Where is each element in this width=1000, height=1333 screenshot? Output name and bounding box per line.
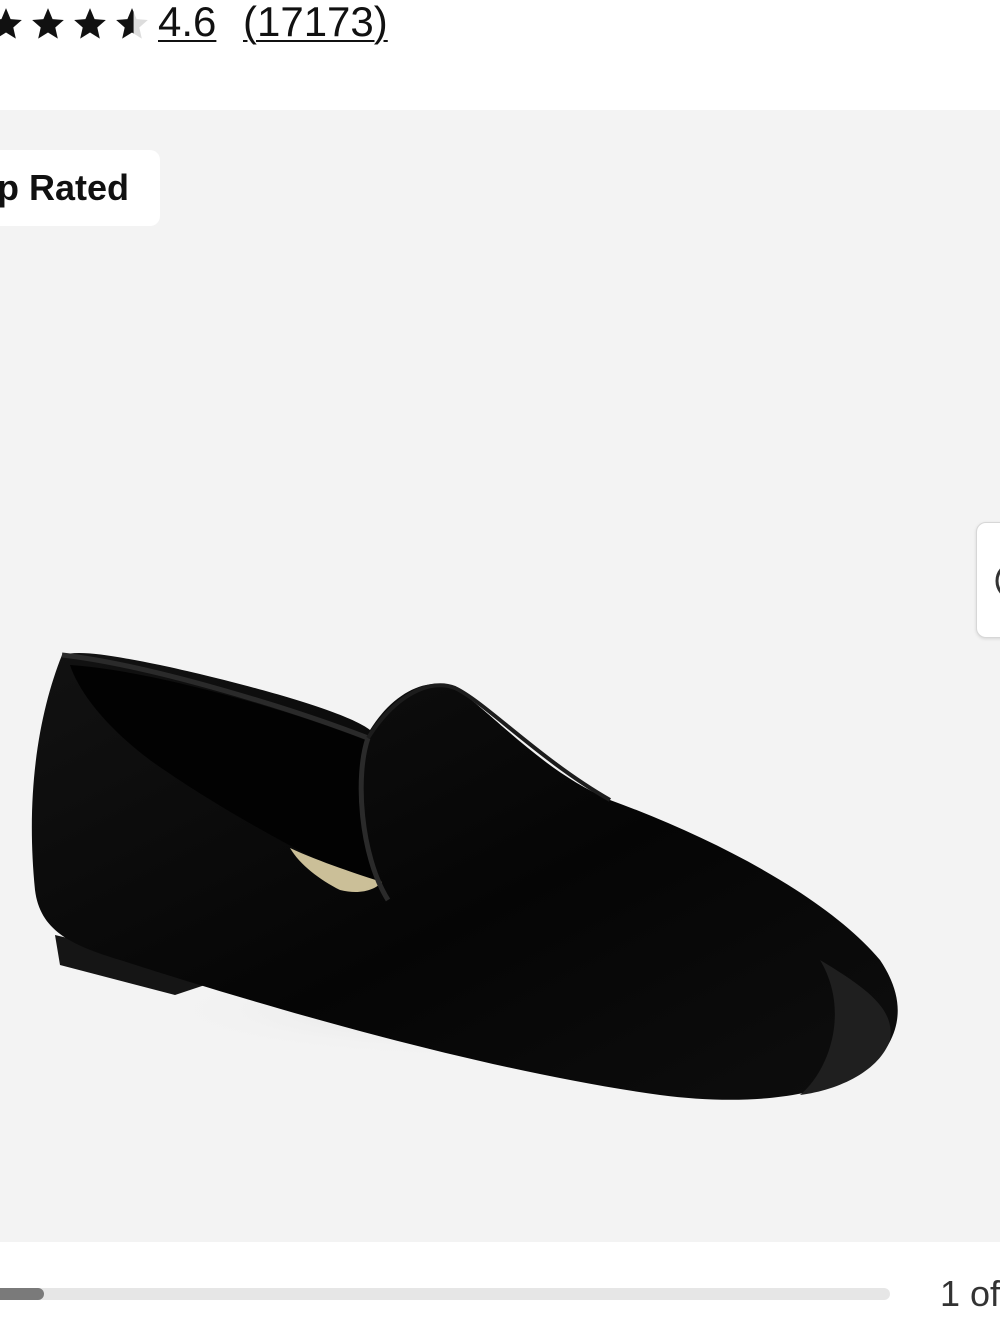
badge-label: p Rated: [0, 167, 130, 208]
gallery-progress-bar[interactable]: [0, 1288, 890, 1300]
rating-row: 4.6 (17173): [0, 0, 1000, 110]
star-icon: [32, 8, 64, 39]
gallery-progress-fill: [0, 1288, 44, 1300]
star-rating[interactable]: [0, 4, 154, 44]
gallery-pager: 1 of: [0, 1242, 1000, 1333]
star-half-icon: [116, 8, 148, 39]
review-count-link[interactable]: (17173): [243, 0, 388, 46]
top-rated-badge: p Rated: [0, 150, 161, 226]
image-counter: 1 of: [940, 1273, 1000, 1314]
star-icon: [74, 8, 106, 39]
rating-value-link[interactable]: 4.6: [158, 0, 216, 46]
next-image-button[interactable]: [976, 522, 1000, 638]
loafer-shoe-image: [31, 652, 898, 1100]
product-page: 4.6 (17173) p Rated 1 of: [0, 0, 1000, 1333]
product-image-gallery[interactable]: p Rated: [0, 110, 1000, 1242]
chevron-right-icon: [995, 568, 1000, 594]
star-icon: [0, 8, 22, 39]
